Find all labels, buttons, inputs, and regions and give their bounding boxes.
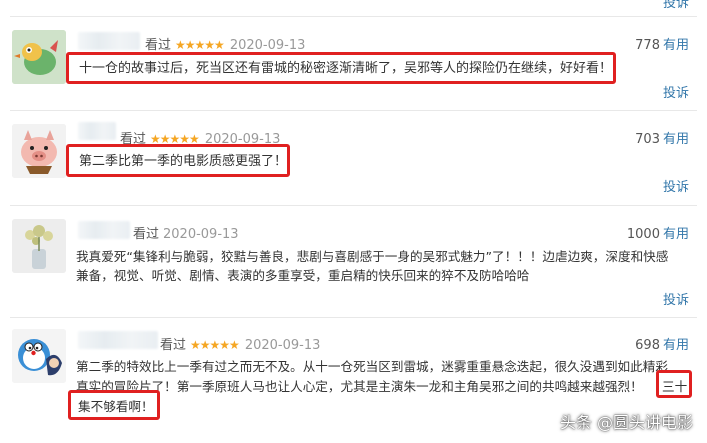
review-item: 看过 ★★★★★ 2020-09-13 778 有用 十一仓的故事过后，死当区还有雷城… (0, 16, 707, 110)
report-link[interactable]: 投诉 (663, 82, 689, 101)
flower-vase-avatar[interactable] (12, 219, 66, 273)
report-link[interactable]: 投诉 (663, 176, 689, 195)
review-content-line: 我真爱死“集锋利与脆弱，狡黠与善良，悲剧与喜剧感于一身的吴邪式魅力”了！！！边虐… (76, 249, 669, 264)
review-content-line: 兼备，视觉、听觉、剧情、表演的多重享受，重启精的快乐回来的猝不及防哈哈哈 (76, 268, 530, 283)
watched-label: 看过 (133, 227, 160, 242)
username[interactable] (78, 122, 116, 140)
watched-label: 看过 (145, 38, 172, 53)
rating-stars: ★★★★★ (175, 38, 225, 52)
username[interactable] (78, 331, 158, 349)
review-meta: 看过 ★★★★★ 2020-09-13 (160, 334, 320, 353)
useful-button[interactable]: 有用 (663, 227, 689, 242)
review-meta: 看过 2020-09-13 (133, 223, 239, 242)
useful-button[interactable]: 有用 (663, 38, 689, 53)
review-meta: 看过 ★★★★★ 2020-09-13 (145, 34, 305, 53)
review-date: 2020-09-13 (163, 227, 239, 242)
useful-button[interactable]: 有用 (663, 132, 689, 147)
review-date: 2020-09-13 (229, 38, 306, 53)
vote-number: 703 (635, 132, 660, 147)
review-content-line: 第二季的特效比上一季有过之而无不及。从十一仓死当区到雷城，迷雾重重悬念迭起，很久… (76, 359, 668, 374)
report-link[interactable]: 投诉 (663, 0, 689, 11)
highlight-box (66, 144, 290, 177)
doraemon-cartoon-avatar[interactable] (12, 329, 66, 383)
report-link[interactable]: 投诉 (663, 289, 689, 308)
review-item: 看过 2020-09-13 1000 有用 我真爱死“集锋利与脆弱，狡黠与善良，悲剧… (0, 205, 707, 317)
pig-cartoon-avatar[interactable] (12, 124, 66, 178)
vote-count: 778 有用 (635, 34, 689, 53)
review-item: 看过 ★★★★★ 2020-09-13 703 有用 第二季比第一季的电影质感更强了！… (0, 110, 707, 205)
username[interactable] (78, 221, 130, 239)
vote-count: 1000 有用 (627, 223, 689, 242)
review-content-line: 真实的冒险片了！第一季原班人马也让人心定，尤其是主演朱一龙和主角吴邪之间的共鸣越… (76, 379, 643, 394)
watermark: 头条 @圆头讲电影 (559, 413, 693, 432)
vote-number: 778 (635, 38, 660, 53)
rating-stars: ★★★★★ (190, 338, 240, 352)
review-date: 2020-09-13 (244, 338, 321, 353)
bird-cartoon-avatar[interactable] (12, 30, 66, 84)
watched-label: 看过 (160, 338, 187, 353)
useful-button[interactable]: 有用 (663, 338, 689, 353)
highlight-box (66, 52, 616, 84)
vote-count: 698 有用 (635, 334, 689, 353)
highlight-box (68, 390, 160, 420)
vote-number: 698 (635, 338, 660, 353)
vote-number: 1000 (626, 227, 660, 242)
username[interactable] (78, 32, 140, 50)
vote-count: 703 有用 (635, 128, 689, 147)
highlight-box (656, 370, 692, 398)
